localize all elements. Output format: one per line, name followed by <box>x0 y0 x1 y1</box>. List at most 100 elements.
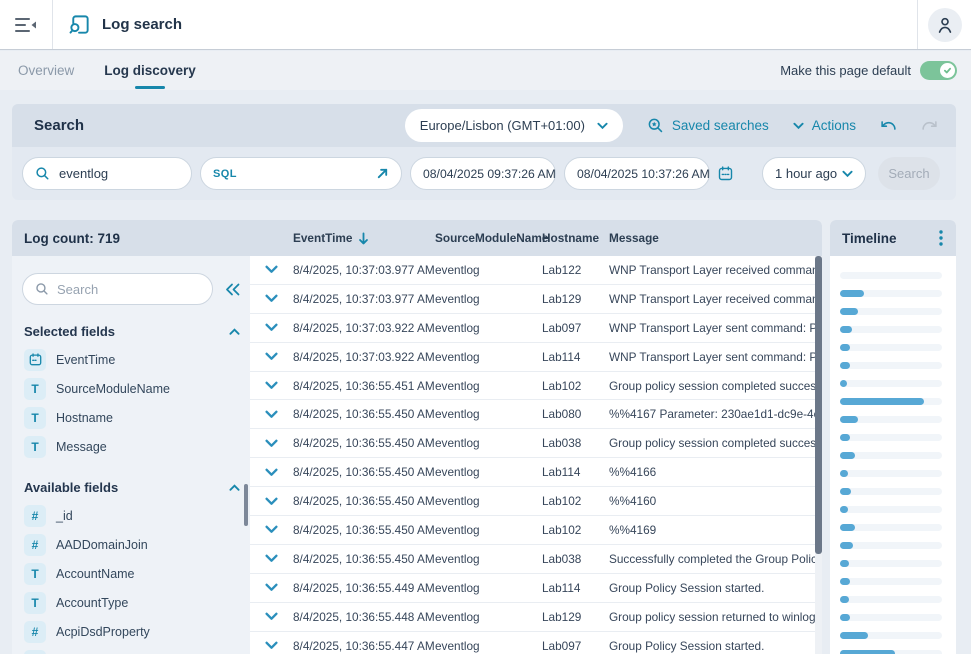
table-row[interactable]: 8/4/2025, 10:36:55.450 AMeventlogLab102%… <box>250 487 822 516</box>
row-expand-chevron-icon[interactable] <box>250 612 293 621</box>
table-row[interactable]: 8/4/2025, 10:36:55.447 AMeventlogLab097G… <box>250 632 822 654</box>
timeline-bar[interactable] <box>840 614 850 621</box>
fields-search-input[interactable] <box>57 282 167 297</box>
row-expand-chevron-icon[interactable] <box>250 468 293 477</box>
field-item-AcpiDsdProperty[interactable]: #AcpiDsdProperty <box>22 617 242 646</box>
row-expand-chevron-icon[interactable] <box>250 381 293 390</box>
row-expand-chevron-icon[interactable] <box>250 641 293 650</box>
field-item-EventTime[interactable]: EventTime <box>22 345 242 374</box>
timeline-bar[interactable] <box>840 416 858 423</box>
table-scrollbar[interactable] <box>815 256 822 654</box>
timeline-bar[interactable] <box>840 596 849 603</box>
calendar-icon[interactable] <box>718 166 733 181</box>
row-expand-chevron-icon[interactable] <box>250 323 293 332</box>
table-row[interactable]: 8/4/2025, 10:36:55.449 AMeventlogLab114G… <box>250 574 822 603</box>
timeline-bar[interactable] <box>840 650 895 654</box>
end-time-field[interactable]: 08/04/2025 10:37:26 AM <box>564 157 710 190</box>
timeline-bar[interactable] <box>840 506 848 513</box>
timeline-bar[interactable] <box>840 398 924 405</box>
available-fields-header[interactable]: Available fields <box>24 480 240 495</box>
table-row[interactable]: 8/4/2025, 10:36:55.451 AMeventlogLab102G… <box>250 372 822 401</box>
query-input[interactable] <box>59 166 169 181</box>
timeline-bar[interactable] <box>840 488 851 495</box>
chevron-up-icon[interactable] <box>229 328 240 336</box>
timeline-menu-button[interactable] <box>939 230 943 246</box>
timeline-track <box>840 632 942 639</box>
row-expand-chevron-icon[interactable] <box>250 439 293 448</box>
expand-icon[interactable] <box>376 167 389 180</box>
undo-button[interactable] <box>880 117 897 134</box>
column-source-module[interactable]: SourceModuleName <box>435 231 542 245</box>
sidebar-collapse-button[interactable] <box>225 283 242 296</box>
page-default-toggle[interactable] <box>920 61 957 80</box>
chevron-down-icon <box>265 468 278 477</box>
start-time-field[interactable]: 08/04/2025 09:37:26 AM <box>410 157 556 190</box>
timeline-bar[interactable] <box>840 362 850 369</box>
column-message[interactable]: Message <box>609 231 822 245</box>
field-item-AccountName[interactable]: TAccountName <box>22 559 242 588</box>
field-item-AADDomainJoin[interactable]: #AADDomainJoin <box>22 530 242 559</box>
tab-overview[interactable]: Overview <box>18 51 74 90</box>
row-expand-chevron-icon[interactable] <box>250 525 293 534</box>
timeline-bar[interactable] <box>840 434 850 441</box>
table-row[interactable]: 8/4/2025, 10:36:55.450 AMeventlogLab038G… <box>250 429 822 458</box>
table-row[interactable]: 8/4/2025, 10:37:03.922 AMeventlogLab114W… <box>250 343 822 372</box>
selected-fields-header[interactable]: Selected fields <box>24 324 240 339</box>
row-expand-chevron-icon[interactable] <box>250 583 293 592</box>
column-event-time[interactable]: EventTime <box>293 231 435 245</box>
column-hostname[interactable]: Hostname <box>542 231 609 245</box>
sidebar-scrollbar-thumb[interactable] <box>244 484 248 526</box>
timeline-bar[interactable] <box>840 452 855 459</box>
timeline-bar[interactable] <box>840 290 864 297</box>
field-item-Message[interactable]: TMessage <box>22 432 242 461</box>
user-avatar[interactable] <box>928 8 962 42</box>
field-item-_id[interactable]: #_id <box>22 501 242 530</box>
timeline-bar[interactable] <box>840 308 858 315</box>
field-item-SourceModuleName[interactable]: TSourceModuleName <box>22 374 242 403</box>
timeline-bar[interactable] <box>840 380 847 387</box>
timeline-bar[interactable] <box>840 542 853 549</box>
table-row[interactable]: 8/4/2025, 10:37:03.977 AMeventlogLab122W… <box>250 256 822 285</box>
redo-button[interactable] <box>921 117 938 134</box>
search-panel-body: SQL 08/04/2025 09:37:26 AM 08/04/2025 10… <box>12 147 956 200</box>
table-row[interactable]: 8/4/2025, 10:36:55.450 AMeventlogLab102%… <box>250 516 822 545</box>
row-expand-chevron-icon[interactable] <box>250 410 293 419</box>
table-row[interactable]: 8/4/2025, 10:36:55.450 AMeventlogLab080%… <box>250 400 822 429</box>
row-expand-chevron-icon[interactable] <box>250 294 293 303</box>
relative-time-select[interactable]: 1 hour ago <box>762 157 866 190</box>
table-row[interactable]: 8/4/2025, 10:37:03.977 AMeventlogLab129W… <box>250 285 822 314</box>
chevron-down-icon <box>265 381 278 390</box>
menu-collapse-button[interactable] <box>0 0 53 49</box>
actions-button[interactable]: Actions <box>793 118 856 133</box>
timeline-track <box>840 506 942 513</box>
field-item-Hostname[interactable]: THostname <box>22 403 242 432</box>
timeline-bar[interactable] <box>840 470 848 477</box>
timeline-bar[interactable] <box>840 578 850 585</box>
table-row[interactable]: 8/4/2025, 10:36:55.448 AMeventlogLab129G… <box>250 603 822 632</box>
row-expand-chevron-icon[interactable] <box>250 497 293 506</box>
chevron-up-icon[interactable] <box>229 484 240 492</box>
tab-log-discovery[interactable]: Log discovery <box>104 51 196 90</box>
row-expand-chevron-icon[interactable] <box>250 554 293 563</box>
top-bar-right <box>917 0 971 49</box>
timeline-bar[interactable] <box>840 560 849 567</box>
field-item-AccountType[interactable]: TAccountType <box>22 588 242 617</box>
table-row[interactable]: 8/4/2025, 10:36:55.450 AMeventlogLab038S… <box>250 545 822 574</box>
table-row[interactable]: 8/4/2025, 10:37:03.922 AMeventlogLab097W… <box>250 314 822 343</box>
saved-searches-button[interactable]: Saved searches <box>647 117 769 134</box>
search-button[interactable]: Search <box>878 157 940 190</box>
timeline-bar[interactable] <box>840 344 850 351</box>
timeline-bar[interactable] <box>840 524 855 531</box>
timezone-select[interactable]: Europe/Lisbon (GMT+01:00) <box>405 109 623 142</box>
relative-time-value: 1 hour ago <box>775 166 837 181</box>
table-scrollbar-thumb[interactable] <box>815 256 822 554</box>
timeline-bar[interactable] <box>840 326 852 333</box>
sql-query-field[interactable]: SQL <box>200 157 402 190</box>
field-item-Action[interactable]: #Action <box>22 646 242 654</box>
end-time-value: 08/04/2025 10:37:26 AM <box>577 167 710 181</box>
table-row[interactable]: 8/4/2025, 10:36:55.450 AMeventlogLab114%… <box>250 458 822 487</box>
row-expand-chevron-icon[interactable] <box>250 352 293 361</box>
field-label: AADDomainJoin <box>56 538 148 552</box>
row-expand-chevron-icon[interactable] <box>250 265 293 274</box>
timeline-bar[interactable] <box>840 632 868 639</box>
